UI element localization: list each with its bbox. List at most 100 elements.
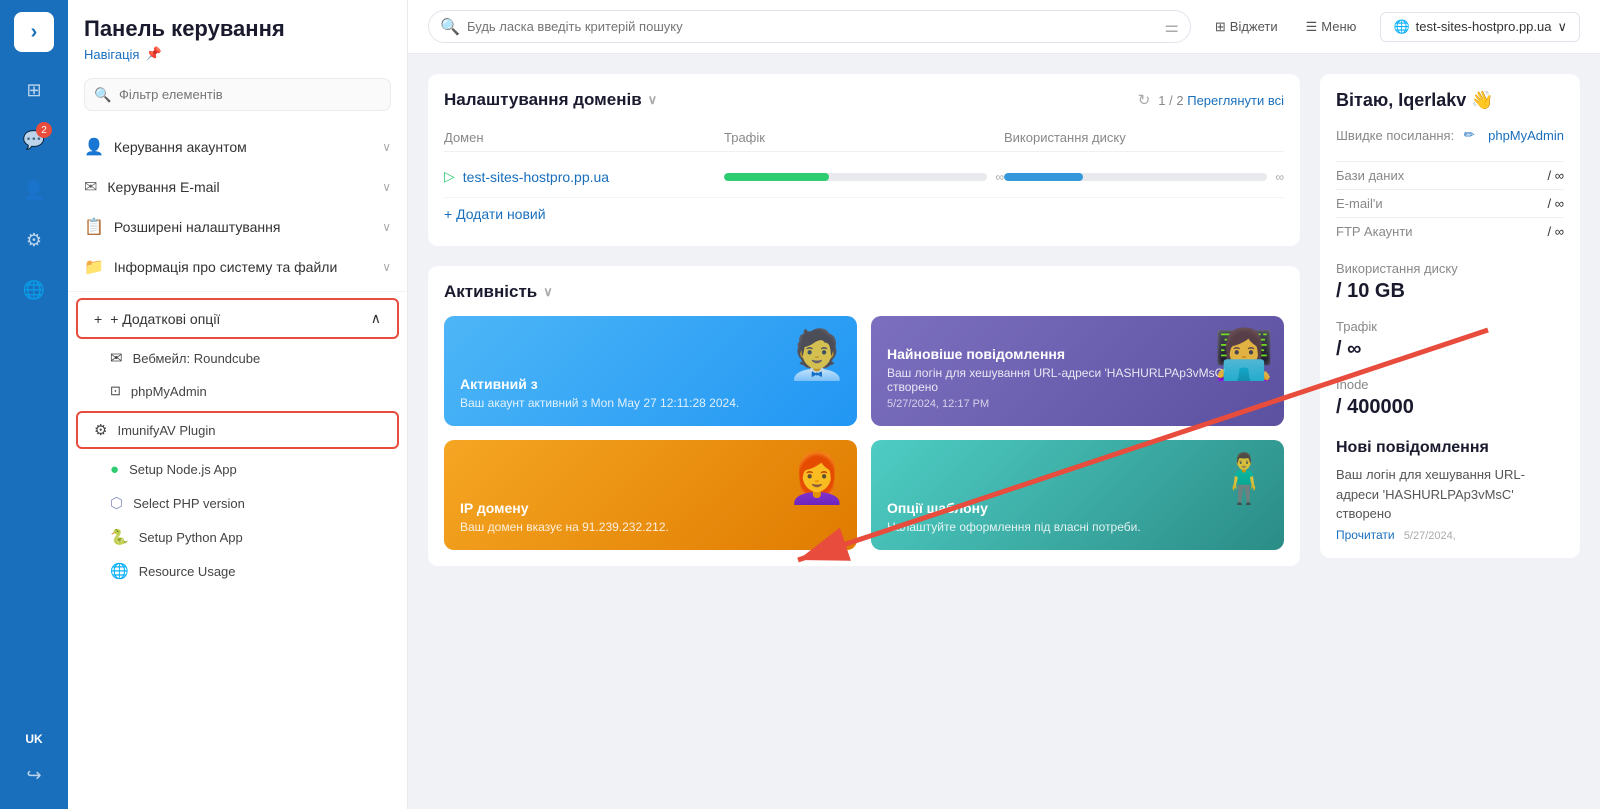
domain-table-header: Домен Трафік Використання диску [444, 124, 1284, 152]
sidebar-item-account[interactable]: 👤 Керування акаунтом ∨ [68, 127, 407, 167]
imunifyav-icon: ⚙ [94, 421, 107, 439]
sidebar: Панель керування Навігація 📌 🔍 👤 Керуван… [68, 0, 408, 809]
quick-link-row: Швидке посилання: ✏ phpMyAdmin [1336, 123, 1564, 147]
notification-illustration: 👩‍💻 [1214, 326, 1274, 383]
template-illustration: 🧍‍♂️ [1214, 450, 1274, 507]
notification-date: 5/27/2024, 12:17 PM [887, 398, 1268, 410]
ip-illustration: 👩‍🦰 [787, 450, 847, 507]
filter-search-icon: 🔍 [94, 86, 111, 103]
inode-value: / 400000 [1336, 396, 1564, 419]
widgets-icon: ⊞ [1215, 19, 1226, 35]
refresh-icon[interactable]: ↻ [1138, 91, 1151, 109]
quick-links: Швидке посилання: ✏ phpMyAdmin [1336, 123, 1564, 147]
advanced-label: Розширені налаштування [114, 219, 372, 235]
sidebar-item-imunifyav[interactable]: ⚙ ImunifyAV Plugin [78, 413, 397, 447]
ip-text: Ваш домен вказує на 91.239.232.212. [460, 520, 841, 534]
domains-chevron[interactable]: ∨ [648, 92, 658, 108]
right-panel-content: Вітаю, Iqerlakv 👋 Швидке посилання: ✏ ph… [1320, 74, 1580, 558]
grid-icon[interactable]: ⊞ [12, 68, 56, 112]
filter-input[interactable] [84, 78, 391, 111]
sidebar-item-phpmyadmin[interactable]: ⊡ phpMyAdmin [68, 375, 407, 407]
activity-grid: 🧑‍💼 Активний з Ваш акаунт активний з Mon… [444, 316, 1284, 550]
chevron-up-icon: ∧ [371, 310, 381, 327]
traffic-value: / ∞ [1336, 338, 1564, 361]
menu-icon: ☰ [1306, 19, 1318, 35]
chevron-down-icon: ∨ [1557, 19, 1567, 35]
phpmyadmin-label: phpMyAdmin [131, 384, 207, 399]
sidebar-item-advanced[interactable]: 📋 Розширені налаштування ∨ [68, 207, 407, 247]
domain-link[interactable]: test-sites-hostpro.pp.ua [463, 169, 609, 185]
imunifyav-label: ImunifyAV Plugin [117, 423, 215, 438]
play-icon[interactable]: ▷ [444, 168, 455, 185]
php-icon: ⬡ [110, 494, 123, 512]
activity-card-template[interactable]: 🧍‍♂️ Опції шаблону Налаштуйте оформлення… [871, 440, 1284, 550]
view-all-link[interactable]: Переглянути всі [1187, 93, 1284, 108]
active-title: Активний з [460, 376, 841, 392]
topbar-tabs: ⊞ Віджети ☰ Меню [1203, 13, 1369, 41]
activity-card-notification[interactable]: 👩‍💻 Найновіше повідомлення Ваш логін для… [871, 316, 1284, 426]
table-row: ▷ test-sites-hostpro.pp.ua ∞ [444, 160, 1284, 193]
add-new-domain-button[interactable]: + Додати новий [444, 197, 1284, 230]
gear-icon[interactable]: ⚙ [12, 218, 56, 262]
webmail-icon: ✉ [110, 349, 123, 367]
inode-resource: Inode / 400000 [1336, 377, 1564, 419]
tab-menu[interactable]: ☰ Меню [1294, 13, 1369, 41]
search-box: 🔍 ⚌ [428, 10, 1191, 43]
read-link[interactable]: Прочитати [1336, 528, 1395, 542]
chevron-icon: ∨ [382, 180, 391, 194]
sidebar-item-email[interactable]: ✉ Керування E-mail ∨ [68, 167, 407, 207]
sidebar-item-webmail[interactable]: ✉ Вебмейл: Roundcube [68, 341, 407, 375]
ip-title: IP домену [460, 500, 841, 516]
globe-icon[interactable]: 🌐 [12, 268, 56, 312]
logo-icon[interactable]: › [14, 12, 54, 52]
chat-badge: 2 [36, 122, 52, 138]
activity-card-active[interactable]: 🧑‍💼 Активний з Ваш акаунт активний з Mon… [444, 316, 857, 426]
stat-databases: Бази даних / ∞ [1336, 161, 1564, 189]
advanced-icon: 📋 [84, 217, 104, 237]
sidebar-item-resource[interactable]: 🌐 Resource Usage [68, 554, 407, 588]
pin-icon[interactable]: 📌 [145, 46, 161, 62]
content-area: Налаштування доменів ∨ ↻ 1 / 2 Перегляну… [408, 54, 1600, 809]
phpmyadmin-link[interactable]: phpMyAdmin [1488, 128, 1564, 143]
language-selector[interactable]: UK [12, 725, 56, 753]
topbar: 🔍 ⚌ ⊞ Віджети ☰ Меню 🌐 test-sites-hostpr… [408, 0, 1600, 54]
active-illustration: 🧑‍💼 [787, 326, 847, 383]
active-text: Ваш акаунт активний з Mon May 27 12:11:2… [460, 396, 841, 410]
col-domain: Домен [444, 130, 724, 145]
domain-selector[interactable]: 🌐 test-sites-hostpro.pp.ua ∨ [1380, 12, 1580, 42]
sidebar-item-php[interactable]: ⬡ Select PHP version [68, 486, 407, 520]
search-input[interactable] [428, 10, 1191, 43]
chevron-icon: ∨ [382, 260, 391, 274]
template-text: Налаштуйте оформлення під власні потреби… [887, 520, 1268, 534]
additional-options-toggle[interactable]: + + Додаткові опції ∧ [78, 300, 397, 337]
globe-icon: 🌐 [1393, 19, 1409, 35]
traffic-inf: ∞ [995, 170, 1004, 184]
python-label: Setup Python App [139, 530, 243, 545]
right-panel: Вітаю, Iqerlakv 👋 Швидке посилання: ✏ ph… [1320, 74, 1580, 789]
resource-label: Resource Usage [139, 564, 236, 579]
edit-icon[interactable]: ✏ [1464, 127, 1475, 143]
activity-chevron[interactable]: ∨ [543, 284, 553, 300]
icon-bar: › ⊞ 💬 2 👤 ⚙ 🌐 UK ↪ [0, 0, 68, 809]
menu-label: Меню [1321, 19, 1356, 34]
chat-icon[interactable]: 💬 2 [12, 118, 56, 162]
sysinfo-icon: 📁 [84, 257, 104, 277]
filter-icon[interactable]: ⚌ [1165, 17, 1179, 37]
notifications-title: Нові повідомлення [1336, 439, 1564, 457]
content-main: Налаштування доменів ∨ ↻ 1 / 2 Перегляну… [428, 74, 1300, 789]
sidebar-item-nodejs[interactable]: ● Setup Node.js App [68, 453, 407, 486]
sidebar-item-python[interactable]: 🐍 Setup Python App [68, 520, 407, 554]
php-label: Select PHP version [133, 496, 245, 511]
notification-text: Ваш логін для хешування URL-адреси 'HASH… [1336, 465, 1564, 524]
tab-widgets[interactable]: ⊞ Віджети [1203, 13, 1290, 41]
sidebar-item-sysinfo[interactable]: 📁 Інформація про систему та файли ∨ [68, 247, 407, 287]
stat-ftp: FTP Акаунти / ∞ [1336, 217, 1564, 245]
search-icon: 🔍 [440, 17, 460, 37]
domain-table: Домен Трафік Використання диску ▷ test-s… [444, 124, 1284, 193]
user-icon[interactable]: 👤 [12, 168, 56, 212]
activity-card-ip[interactable]: 👩‍🦰 IP домену Ваш домен вказує на 91.239… [444, 440, 857, 550]
db-value: / ∞ [1548, 168, 1565, 183]
account-label: Керування акаунтом [114, 139, 372, 155]
traffic-bar [724, 173, 987, 181]
logout-icon[interactable]: ↪ [12, 753, 56, 797]
